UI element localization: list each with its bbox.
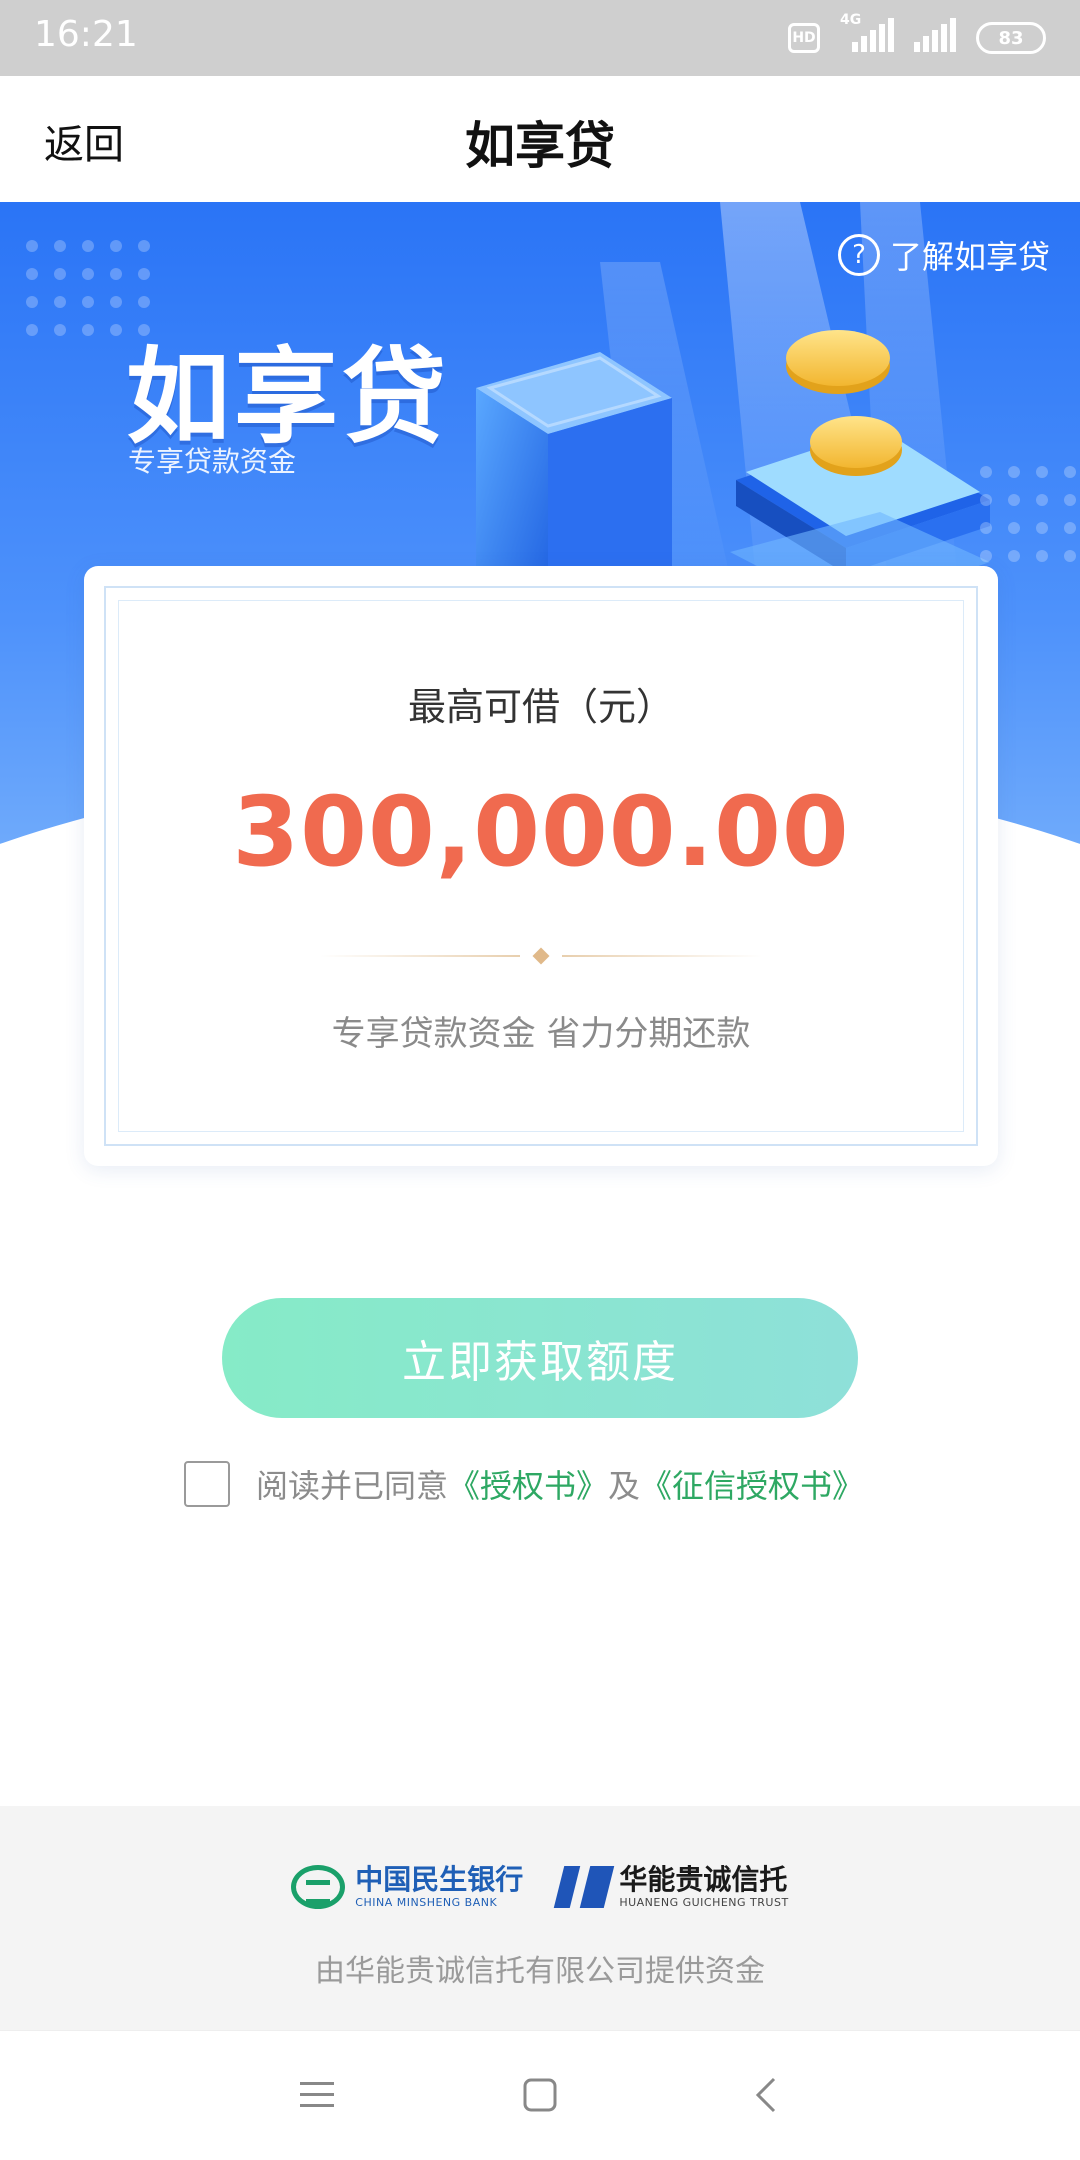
network-type-label: 4G <box>840 12 862 28</box>
minsheng-logo-icon <box>291 1865 346 1909</box>
agreement-row: 阅读并已同意 《授权书》 及 《征信授权书》 <box>184 1460 864 1508</box>
get-limit-button[interactable]: 立即获取额度 <box>222 1298 858 1418</box>
question-circle-icon: ? <box>837 234 880 276</box>
signal-icon <box>914 18 958 58</box>
agreement-checkbox[interactable] <box>184 1461 230 1507</box>
back-icon[interactable] <box>730 2059 802 2131</box>
menu-icon[interactable] <box>281 2059 353 2131</box>
bank2-name: 华能贵诚信托 <box>619 1863 788 1896</box>
huaneng-logo-icon <box>554 1866 615 1908</box>
hd-icon: HD <box>788 23 820 53</box>
status-time: 16:21 <box>34 14 138 55</box>
system-nav-bar <box>0 2030 1080 2160</box>
banner-subtitle: 专享贷款资金 <box>128 445 297 478</box>
minsheng-bank-logo: 中国民生银行 CHINA MINSHENG BANK <box>291 1864 523 1910</box>
learn-more-label: 了解如享贷 <box>889 238 1050 276</box>
card-tagline: 专享贷款资金 省力分期还款 <box>331 1014 751 1054</box>
mobile-signal-icon: 4G <box>838 12 896 58</box>
ornament-divider <box>320 947 762 965</box>
home-icon[interactable] <box>504 2059 576 2131</box>
agreement-connector: 及 <box>608 1467 641 1505</box>
partner-logos: 中国民生银行 CHINA MINSHENG BANK 华能贵诚信托 HUANEN… <box>0 1864 1080 1910</box>
credit-authorization-link[interactable]: 《征信授权书》 <box>640 1461 864 1507</box>
bank2-name-en: HUANENG GUICHENG TRUST <box>619 1896 789 1909</box>
page-title: 如享贷 <box>465 117 615 175</box>
nav-bar: 返回 如享贷 <box>0 76 1080 202</box>
authorization-link[interactable]: 《授权书》 <box>448 1461 608 1507</box>
agreement-prefix: 阅读并已同意 <box>256 1467 449 1505</box>
learn-more-link[interactable]: ? 了解如享贷 <box>837 232 1050 278</box>
huaneng-trust-logo: 华能贵诚信托 HUANENG GUICHENG TRUST <box>554 1863 789 1910</box>
status-icons: HD 4G 83 <box>788 12 1046 58</box>
bank1-name-en: CHINA MINSHENG BANK <box>355 1896 498 1909</box>
credit-limit-card: 最高可借（元） 300,000.00 专享贷款资金 省力分期还款 <box>84 566 998 1166</box>
battery-icon: 83 <box>976 22 1046 54</box>
bank1-name: 中国民生银行 <box>355 1863 524 1896</box>
footer: 中国民生银行 CHINA MINSHENG BANK 华能贵诚信托 HUANEN… <box>0 1806 1080 2030</box>
funding-note: 由华能贵诚信托有限公司提供资金 <box>315 1954 765 1989</box>
limit-label: 最高可借（元） <box>407 685 674 729</box>
diamond-icon <box>532 947 550 965</box>
status-bar: 16:21 HD 4G 83 <box>0 0 1080 76</box>
dot-pattern-right <box>980 466 1076 562</box>
limit-amount: 300,000.00 <box>232 776 850 888</box>
